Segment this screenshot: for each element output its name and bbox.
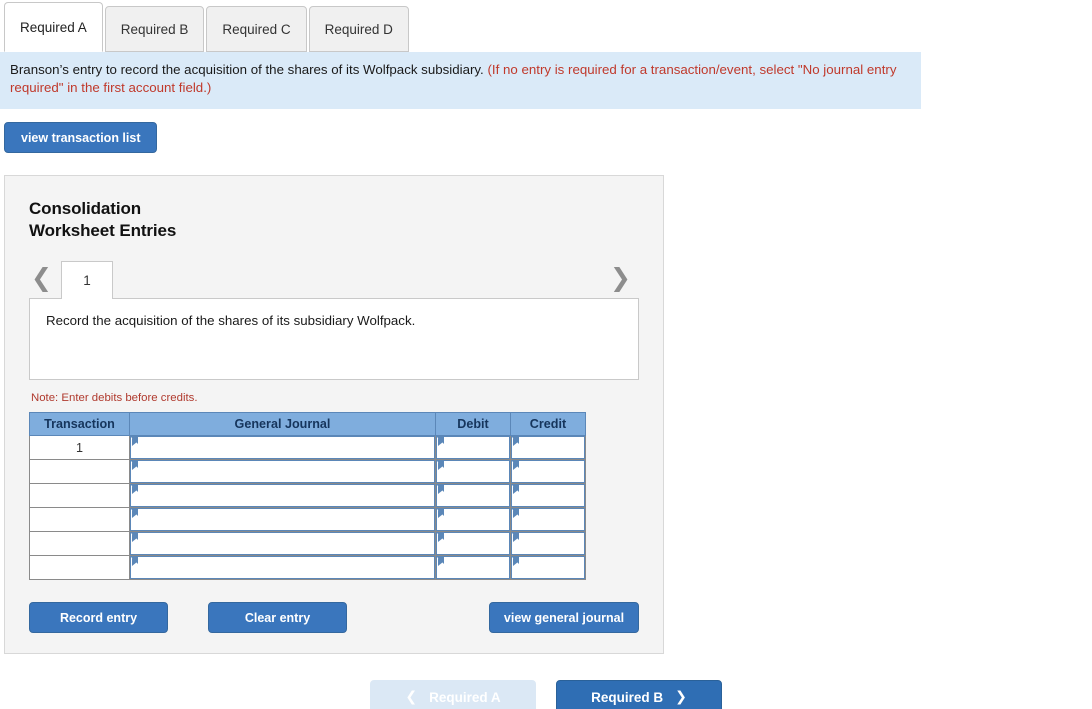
tab-required-b[interactable]: Required B (104, 6, 205, 52)
credit-cell[interactable] (510, 531, 586, 556)
general-journal-input[interactable] (130, 460, 435, 483)
column-header-debit: Debit (435, 412, 511, 436)
instruction-banner: Branson’s entry to record the acquisitio… (0, 52, 921, 109)
general-journal-cell[interactable] (129, 555, 436, 580)
entry-description-text: Record the acquisition of the shares of … (46, 313, 416, 328)
view-transaction-list-label: view transaction list (21, 130, 141, 145)
view-general-journal-label: view general journal (503, 610, 625, 625)
consolidation-worksheet-card: Consolidation Worksheet Entries ❮ 1 ❯ Re… (4, 175, 664, 654)
debit-input[interactable] (436, 556, 510, 579)
general-journal-cell[interactable] (129, 459, 436, 484)
debit-cell[interactable] (435, 435, 511, 460)
clear-entry-button[interactable]: Clear entry (208, 602, 347, 633)
general-journal-input[interactable] (130, 436, 435, 459)
column-header-credit: Credit (510, 412, 586, 436)
credit-cell[interactable] (510, 459, 586, 484)
instruction-text: Branson’s entry to record the acquisitio… (10, 62, 484, 77)
transaction-number-cell: 1 (29, 435, 130, 460)
credit-input[interactable] (511, 484, 585, 507)
tab-required-a-label: Required A (20, 19, 87, 35)
page-title: Consolidation Worksheet Entries (29, 198, 639, 242)
general-journal-input[interactable] (130, 484, 435, 507)
transaction-number-cell (29, 483, 130, 508)
general-journal-cell[interactable] (129, 483, 436, 508)
prev-required-a-button[interactable]: ❮ Required A (370, 680, 536, 709)
general-journal-table: Transaction General Journal Debit Credit… (29, 412, 586, 580)
general-journal-cell[interactable] (129, 435, 436, 460)
clear-entry-label: Clear entry (244, 610, 311, 625)
required-tabs: Required A Required B Required C Require… (0, 0, 1092, 52)
tab-required-b-label: Required B (120, 21, 189, 37)
prev-required-label: Required A (429, 689, 501, 705)
table-row (29, 507, 586, 532)
credit-input[interactable] (511, 556, 585, 579)
view-transaction-list-button[interactable]: view transaction list (4, 122, 158, 153)
debit-cell[interactable] (435, 483, 511, 508)
toolbar: view transaction list (0, 109, 1092, 153)
credit-cell[interactable] (510, 483, 586, 508)
column-header-transaction: Transaction (29, 412, 130, 436)
table-row (29, 531, 586, 556)
credit-input[interactable] (511, 460, 585, 483)
page-title-line1: Consolidation (29, 199, 142, 218)
general-journal-cell[interactable] (129, 531, 436, 556)
debit-input[interactable] (436, 532, 510, 555)
general-journal-input[interactable] (130, 556, 435, 579)
chevron-right-icon[interactable]: ❯ (610, 265, 639, 298)
general-journal-cell[interactable] (129, 507, 436, 532)
credit-cell[interactable] (510, 555, 586, 580)
chevron-left-icon[interactable]: ❮ (29, 265, 61, 298)
card-actions: Record entry Clear entry view general jo… (29, 602, 639, 633)
debit-input[interactable] (436, 484, 510, 507)
debit-cell[interactable] (435, 459, 511, 484)
general-journal-input[interactable] (130, 532, 435, 555)
credit-input[interactable] (511, 532, 585, 555)
credit-cell[interactable] (510, 507, 586, 532)
table-row (29, 459, 586, 484)
page-title-line2: Worksheet Entries (29, 221, 177, 240)
tab-required-c-label: Required C (222, 21, 291, 37)
tab-required-a[interactable]: Required A (4, 2, 103, 52)
entry-page-number: 1 (83, 273, 91, 288)
debit-cell[interactable] (435, 555, 511, 580)
next-required-label: Required B (591, 689, 664, 705)
chevron-right-icon: ❯ (675, 689, 687, 705)
transaction-number-cell (29, 555, 130, 580)
tab-required-c[interactable]: Required C (206, 6, 307, 52)
entry-description-box: Record the acquisition of the shares of … (29, 298, 639, 380)
debit-input[interactable] (436, 436, 510, 459)
credit-input[interactable] (511, 508, 585, 531)
tab-required-d[interactable]: Required D (308, 6, 409, 52)
table-row: 1 (29, 435, 586, 460)
tab-required-d-label: Required D (324, 21, 393, 37)
debit-input[interactable] (436, 508, 510, 531)
debits-before-credits-note: Note: Enter debits before credits. (31, 392, 198, 404)
transaction-number-cell (29, 507, 130, 532)
credit-cell[interactable] (510, 435, 586, 460)
table-row (29, 555, 586, 580)
debit-cell[interactable] (435, 507, 511, 532)
view-general-journal-button[interactable]: view general journal (489, 602, 639, 633)
transaction-number-cell (29, 531, 130, 556)
record-entry-label: Record entry (59, 610, 138, 625)
table-header-row: Transaction General Journal Debit Credit (29, 412, 586, 436)
general-journal-input[interactable] (130, 508, 435, 531)
column-header-general-journal: General Journal (129, 412, 436, 436)
table-row (29, 483, 586, 508)
credit-input[interactable] (511, 436, 585, 459)
record-entry-button[interactable]: Record entry (29, 602, 168, 633)
transaction-number-cell (29, 459, 130, 484)
entry-pager: ❮ 1 ❯ (29, 258, 639, 299)
bottom-navigation: ❮ Required A Required B ❯ (0, 680, 1092, 709)
debit-cell[interactable] (435, 531, 511, 556)
entry-page-tab-1[interactable]: 1 (60, 261, 113, 299)
next-required-b-button[interactable]: Required B ❯ (556, 680, 722, 709)
debit-input[interactable] (436, 460, 510, 483)
chevron-left-icon: ❮ (405, 689, 418, 705)
